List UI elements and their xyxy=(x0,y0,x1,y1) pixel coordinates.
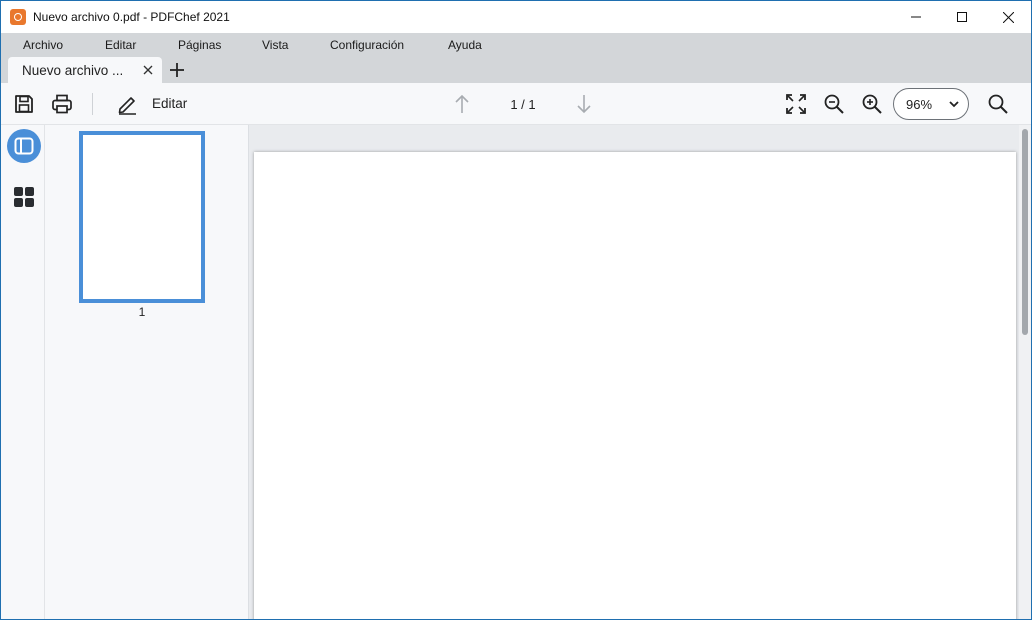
page-thumbnail-number: 1 xyxy=(138,305,146,319)
pdfchef-logo-icon xyxy=(10,9,26,25)
vertical-scrollbar[interactable] xyxy=(1019,125,1031,619)
edit-button-label[interactable]: Editar xyxy=(152,96,187,111)
app-window: Nuevo archivo 0.pdf - PDFChef 2021 Archi… xyxy=(0,0,1032,620)
menu-bar: Archivo Editar Páginas Vista Configuraci… xyxy=(1,33,1031,57)
edit-pencil-icon[interactable] xyxy=(116,93,138,115)
minimize-icon xyxy=(911,16,921,18)
zoom-level-select[interactable]: 96% xyxy=(893,88,969,120)
document-tab[interactable]: Nuevo archivo ... xyxy=(8,57,162,83)
maximize-icon xyxy=(957,12,967,22)
left-panel-rail xyxy=(1,125,45,619)
tab-close-icon[interactable] xyxy=(142,64,154,76)
zoom-out-icon[interactable] xyxy=(823,93,845,115)
new-tab-plus-icon[interactable] xyxy=(168,61,186,79)
sidebar-panel-icon xyxy=(14,137,34,155)
search-icon[interactable] xyxy=(987,93,1009,115)
page-thumbnail[interactable] xyxy=(79,131,205,303)
grid-view-icon[interactable] xyxy=(13,186,35,208)
page-indicator: 1 / 1 xyxy=(510,97,536,112)
pdf-page[interactable] xyxy=(254,152,1016,619)
fit-page-expand-icon[interactable] xyxy=(785,93,807,115)
close-icon xyxy=(1002,11,1014,23)
main-toolbar: Editar 1 / 1 xyxy=(1,83,1031,125)
title-bar: Nuevo archivo 0.pdf - PDFChef 2021 xyxy=(1,1,1031,33)
page-thumbnails-toggle[interactable] xyxy=(7,129,41,163)
zoom-in-icon[interactable] xyxy=(861,93,883,115)
zoom-level-value: 96% xyxy=(906,97,933,112)
close-window-button[interactable] xyxy=(985,1,1031,33)
page-thumbnails-panel: 1 xyxy=(45,125,249,619)
menu-archivo[interactable]: Archivo xyxy=(23,33,63,57)
document-tab-strip: Nuevo archivo ... xyxy=(1,57,1031,83)
document-tab-label: Nuevo archivo ... xyxy=(22,62,124,78)
document-viewer[interactable] xyxy=(249,125,1019,619)
window-controls xyxy=(893,1,1031,33)
menu-editar[interactable]: Editar xyxy=(105,33,136,57)
menu-paginas[interactable]: Páginas xyxy=(178,33,221,57)
maximize-button[interactable] xyxy=(939,1,985,33)
scrollbar-thumb[interactable] xyxy=(1022,129,1028,335)
menu-ayuda[interactable]: Ayuda xyxy=(448,33,482,57)
print-icon[interactable] xyxy=(51,93,73,115)
minimize-button[interactable] xyxy=(893,1,939,33)
chevron-down-icon xyxy=(949,101,959,108)
toolbar-separator xyxy=(92,93,93,115)
next-page-arrow-icon[interactable] xyxy=(573,93,595,115)
window-title: Nuevo archivo 0.pdf - PDFChef 2021 xyxy=(33,10,230,24)
previous-page-arrow-icon[interactable] xyxy=(451,93,473,115)
menu-configuracion[interactable]: Configuración xyxy=(330,33,404,57)
save-icon[interactable] xyxy=(13,93,35,115)
menu-vista[interactable]: Vista xyxy=(262,33,288,57)
